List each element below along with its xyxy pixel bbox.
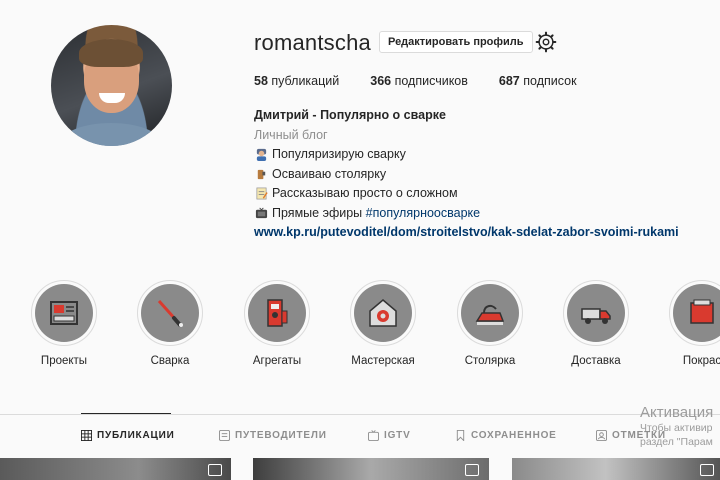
bookmark-icon bbox=[456, 430, 465, 441]
bio-line-text: Рассказываю просто о сложном bbox=[272, 186, 458, 200]
highlight-ring bbox=[669, 280, 720, 346]
highlight-machines[interactable]: Агрегаты bbox=[232, 280, 322, 367]
story-highlights: Проекты Сварка Агрегаты Мастерская Столя… bbox=[0, 280, 720, 375]
multiple-images-icon bbox=[700, 464, 714, 476]
highlight-label: Проекты bbox=[40, 355, 88, 367]
welding-machine-icon bbox=[248, 284, 306, 342]
stat-count: 366 bbox=[370, 74, 392, 88]
guide-icon bbox=[219, 430, 230, 441]
watermark-line: Чтобы активир bbox=[640, 422, 713, 434]
bio-category: Личный блог bbox=[254, 127, 328, 142]
bio-name: Дмитрий - Популярно о сварке bbox=[254, 108, 446, 122]
highlight-label: Агрегаты bbox=[252, 355, 302, 367]
highlight-label: Мастерская bbox=[351, 355, 415, 367]
highlight-ring bbox=[137, 280, 203, 346]
workshop-icon bbox=[354, 284, 412, 342]
post-thumbnail[interactable] bbox=[0, 458, 231, 480]
bio-line: Рассказываю просто о сложном bbox=[254, 184, 679, 204]
bio-link[interactable]: www.kp.ru/putevoditel/dom/stroitelstvo/k… bbox=[254, 223, 679, 243]
saw-emoji-icon bbox=[254, 167, 268, 181]
highlight-label: Покрас bbox=[682, 355, 720, 367]
plane-tool-icon bbox=[461, 284, 519, 342]
tab-saved[interactable]: СОХРАНЕННОЕ bbox=[455, 430, 557, 441]
igtv-icon bbox=[368, 430, 379, 441]
bio-line: Прямые эфиры #популярноосварке bbox=[254, 204, 679, 224]
bio-hashtag[interactable]: #популярноосварке bbox=[366, 204, 480, 224]
gear-icon[interactable] bbox=[535, 31, 557, 53]
stat-label: подписок bbox=[523, 74, 577, 88]
profile-bio: Дмитрий - Популярно о сварке Личный блог… bbox=[254, 106, 679, 243]
welding-torch-icon bbox=[141, 284, 199, 342]
edit-profile-button[interactable]: Редактировать профиль bbox=[379, 31, 533, 53]
stat-count: 687 bbox=[498, 74, 520, 88]
windows-activation-watermark: Активация Чтобы активир раздел "Парам bbox=[640, 404, 713, 449]
watermark-line: раздел "Парам bbox=[640, 436, 713, 448]
paint-icon bbox=[673, 284, 720, 342]
highlight-ring bbox=[457, 280, 523, 346]
stat-label: подписчиков bbox=[394, 74, 468, 88]
stat-posts: 58 публикаций bbox=[254, 74, 339, 88]
highlight-ring bbox=[563, 280, 629, 346]
truck-icon bbox=[567, 284, 625, 342]
stat-label: публикаций bbox=[271, 74, 340, 88]
avatar-hair bbox=[79, 39, 143, 67]
tab-posts[interactable]: ПУБЛИКАЦИИ bbox=[81, 430, 175, 441]
multiple-images-icon bbox=[208, 464, 222, 476]
highlight-label: Столярка bbox=[464, 355, 516, 367]
profile-avatar[interactable] bbox=[51, 25, 172, 146]
highlight-welding[interactable]: Сварка bbox=[125, 280, 215, 367]
bio-line: Популяризирую сварку bbox=[254, 145, 679, 165]
tag-icon bbox=[596, 430, 607, 441]
tv-emoji-icon bbox=[254, 206, 268, 220]
highlight-delivery[interactable]: Доставка bbox=[551, 280, 641, 367]
tab-label: ПУТЕВОДИТЕЛИ bbox=[235, 430, 327, 441]
profile-username: romantscha bbox=[254, 30, 371, 55]
active-tab-indicator bbox=[81, 413, 171, 414]
tab-label: ПУБЛИКАЦИИ bbox=[97, 430, 175, 441]
highlight-label: Сварка bbox=[150, 355, 190, 367]
highlight-workshop[interactable]: Мастерская bbox=[338, 280, 428, 367]
multiple-images-icon bbox=[465, 464, 479, 476]
highlight-ring bbox=[31, 280, 97, 346]
bio-line: Осваиваю столярку bbox=[254, 165, 679, 185]
tabs-divider bbox=[0, 414, 720, 415]
avatar-shirt bbox=[61, 123, 161, 146]
bio-line-text: Популяризирую сварку bbox=[272, 147, 406, 161]
post-thumbnail[interactable] bbox=[512, 458, 720, 480]
stat-following[interactable]: 687 подписок bbox=[499, 74, 577, 88]
stat-count: 58 bbox=[254, 74, 268, 88]
highlight-painting[interactable]: Покрас bbox=[657, 280, 720, 367]
profile-stats: 58 публикаций 366 подписчиков 687 подпис… bbox=[254, 74, 608, 88]
tab-label: IGTV bbox=[384, 430, 411, 441]
tab-igtv[interactable]: IGTV bbox=[368, 430, 411, 441]
highlight-carpentry[interactable]: Столярка bbox=[445, 280, 535, 367]
blueprint-icon bbox=[35, 284, 93, 342]
post-thumbnail[interactable] bbox=[253, 458, 489, 480]
tab-guides[interactable]: ПУТЕВОДИТЕЛИ bbox=[219, 430, 327, 441]
watermark-title: Активация bbox=[640, 404, 714, 421]
stat-followers[interactable]: 366 подписчиков bbox=[370, 74, 468, 88]
highlight-ring bbox=[244, 280, 310, 346]
highlight-projects[interactable]: Проекты bbox=[19, 280, 109, 367]
welder-emoji-icon bbox=[254, 148, 268, 162]
highlight-label: Доставка bbox=[571, 355, 621, 367]
memo-emoji-icon bbox=[254, 187, 268, 201]
bio-line-text: Прямые эфиры bbox=[272, 205, 363, 220]
highlight-ring bbox=[350, 280, 416, 346]
bio-line-text: Осваиваю столярку bbox=[272, 166, 387, 181]
grid-icon bbox=[81, 430, 92, 441]
tab-label: СОХРАНЕННОЕ bbox=[471, 430, 557, 441]
